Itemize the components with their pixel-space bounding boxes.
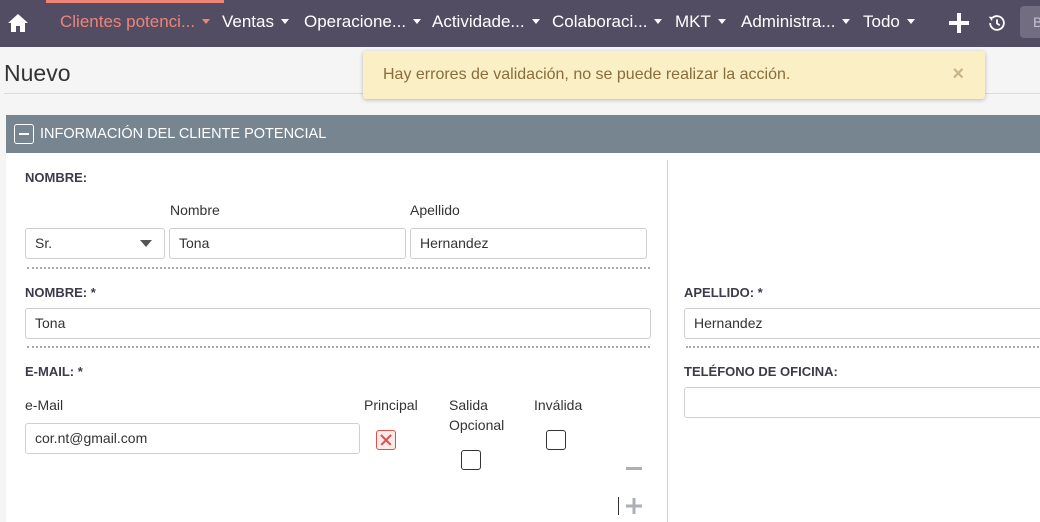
last-name-value: Hernandez: [420, 235, 489, 251]
nav-item-administracion[interactable]: Administra...: [741, 0, 851, 47]
history-icon[interactable]: [986, 12, 1008, 34]
principal-checkbox[interactable]: [376, 430, 396, 450]
email-value: cor.nt@gmail.com: [35, 430, 148, 446]
nombre-input[interactable]: Tona: [25, 308, 651, 339]
nav-item-todo[interactable]: Todo: [863, 0, 915, 47]
telefono-label: TELÉFONO DE OFICINA:: [684, 364, 838, 379]
nav-item-label: Operacione...: [304, 12, 407, 31]
chevron-down-icon: [906, 19, 915, 25]
nav-item-label: Clientes potenci...: [60, 12, 196, 31]
email-input[interactable]: cor.nt@gmail.com: [25, 423, 360, 454]
salutation-value: Sr.: [35, 235, 53, 251]
chevron-down-icon: [717, 19, 726, 25]
alert-message: Hay errores de validación, no se puede r…: [383, 66, 791, 83]
telefono-input[interactable]: [684, 387, 1040, 418]
home-icon[interactable]: [6, 11, 30, 35]
lead-info-panel: INFORMACIÓN DEL CLIENTE POTENCIAL NOMBRE…: [6, 115, 1040, 522]
nombre-value: Tona: [35, 315, 66, 331]
salutation-select[interactable]: Sr.: [25, 228, 165, 259]
last-name-input[interactable]: Hernandez: [410, 228, 647, 259]
nombre-label: NOMBRE: *: [25, 285, 96, 300]
nav-item-colaboracion[interactable]: Colaboraci...: [552, 0, 663, 47]
apellido-input[interactable]: Hernandez: [684, 308, 1040, 339]
nombre-group-label: NOMBRE:: [25, 170, 88, 185]
nav-item-label: Ventas: [222, 12, 274, 31]
chevron-down-icon: [140, 240, 152, 247]
chevron-down-icon: [531, 19, 540, 25]
column-divider: [667, 160, 668, 522]
chevron-down-icon: [413, 19, 422, 25]
collapse-icon[interactable]: [14, 124, 34, 144]
nav-item-label: Colaboraci...: [552, 12, 648, 31]
field-separator: [27, 267, 650, 269]
nav-item-mkt[interactable]: MKT: [675, 0, 726, 47]
nav-item-label: Todo: [863, 12, 900, 31]
optout-col-label-line2: Opcional: [449, 417, 505, 433]
plus-icon[interactable]: [947, 11, 971, 35]
invalid-col-label: Inválida: [534, 397, 583, 413]
remove-email-icon[interactable]: [626, 467, 642, 470]
nav-item-label: MKT: [675, 12, 711, 31]
field-separator: [686, 346, 1040, 348]
first-name-value: Tona: [179, 235, 210, 251]
email-col-label: e-Mail: [25, 397, 64, 413]
nav-item-label: Actividade...: [432, 12, 525, 31]
top-navbar: Clientes potenci... Ventas Operacione...…: [0, 0, 1040, 47]
field-separator: [27, 346, 650, 348]
principal-col-label: Principal: [364, 397, 418, 413]
chevron-down-icon: [281, 19, 289, 25]
search-placeholder: B: [1033, 14, 1040, 30]
chevron-down-icon: [202, 19, 211, 25]
add-email-icon[interactable]: [625, 497, 643, 515]
validation-alert: Hay errores de validación, no se puede r…: [363, 51, 985, 99]
email-label: E-MAIL: *: [25, 364, 83, 379]
search-input[interactable]: B: [1020, 6, 1040, 38]
close-icon[interactable]: ×: [952, 63, 964, 86]
apellido-label: APELLIDO: *: [684, 285, 763, 300]
panel-header[interactable]: INFORMACIÓN DEL CLIENTE POTENCIAL: [6, 115, 1040, 153]
first-name-input[interactable]: Tona: [169, 228, 406, 259]
invalid-checkbox[interactable]: [546, 430, 566, 450]
nav-item-ventas[interactable]: Ventas: [222, 0, 289, 47]
chevron-down-icon: [654, 19, 663, 25]
optout-col-label-line1: Salida: [449, 397, 488, 413]
text-cursor: [618, 497, 619, 515]
nav-item-operaciones[interactable]: Operacione...: [304, 0, 422, 47]
chevron-down-icon: [842, 19, 851, 25]
first-name-sublabel: Nombre: [170, 202, 220, 218]
last-name-sublabel: Apellido: [410, 202, 460, 218]
apellido-value: Hernandez: [694, 315, 763, 331]
page-title: Nuevo: [4, 60, 71, 86]
nav-item-clientes-potenciales[interactable]: Clientes potenci...: [45, 0, 225, 47]
nav-item-actividades[interactable]: Actividade...: [432, 0, 540, 47]
nav-item-label: Administra...: [741, 12, 836, 31]
optout-checkbox[interactable]: [461, 450, 481, 470]
panel-title: INFORMACIÓN DEL CLIENTE POTENCIAL: [40, 126, 327, 142]
